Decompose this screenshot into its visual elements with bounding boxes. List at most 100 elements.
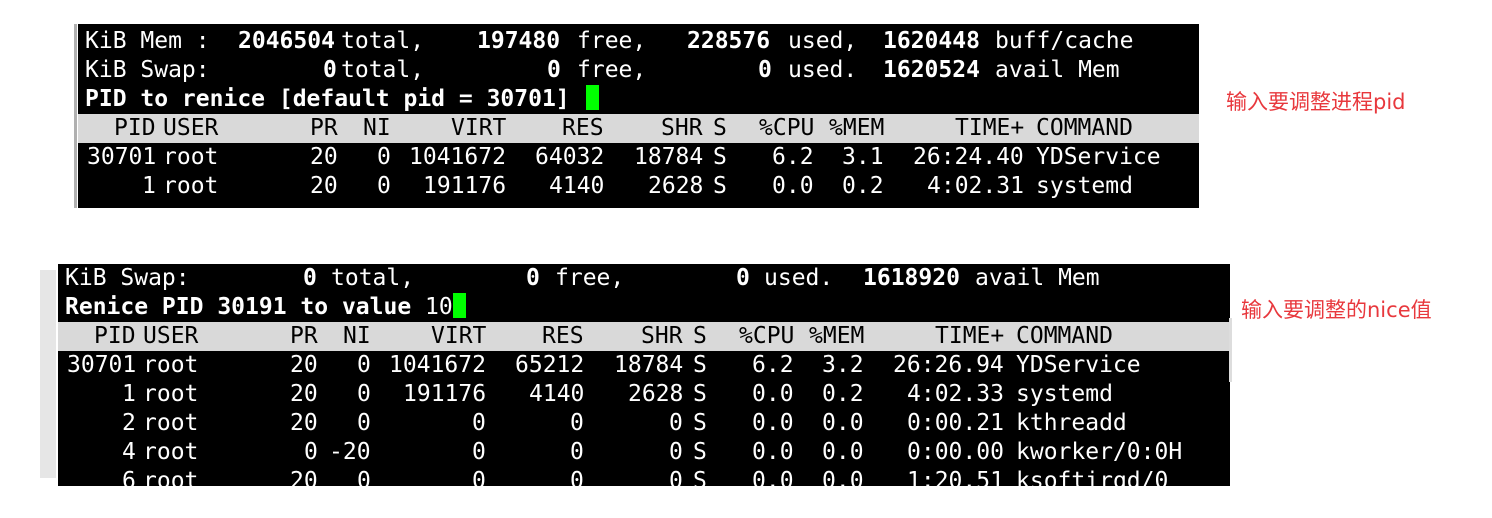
cell-ni: 0 xyxy=(377,173,391,199)
cell-cmd: kthreadd xyxy=(1016,410,1127,436)
column-header-cpu: %CPU xyxy=(759,115,815,141)
cell-mem: 0.0 xyxy=(822,468,864,486)
cell-shr: 2628 xyxy=(648,173,704,199)
swap-free: 0 xyxy=(526,265,540,291)
renice-prompt-line[interactable]: PID to renice [default pid = 30701] xyxy=(78,85,1199,114)
column-header-time: TIME+ xyxy=(955,115,1025,141)
cell-shr: 0 xyxy=(669,439,683,465)
column-header-shr: SHR xyxy=(661,115,703,141)
cell-mem: 0.0 xyxy=(822,410,864,436)
column-header-virt: VIRT xyxy=(431,323,487,349)
terminal-top-panel-2[interactable]: KiB Swap: 0 total, 0 free, 0 used. 16189… xyxy=(58,264,1230,486)
column-header-virt: VIRT xyxy=(451,115,507,141)
annotation-nice: 输入要调整的nice值 xyxy=(1241,298,1432,322)
swap-used-label: used. xyxy=(788,57,858,83)
cell-virt: 0 xyxy=(472,410,486,436)
cell-cmd: kworker/0:0H xyxy=(1016,439,1183,465)
column-header-user: USER xyxy=(143,323,199,349)
cell-s: S xyxy=(693,410,707,436)
cell-time: 26:26.94 xyxy=(893,352,1004,378)
cell-user: root xyxy=(163,173,219,199)
cell-cpu: 6.2 xyxy=(752,352,794,378)
cell-pr: 20 xyxy=(310,173,338,199)
column-header-user: USER xyxy=(163,115,219,141)
process-row[interactable]: 30701 root 20 0 1041672 65212 18784 S 6.2 3.2 26:2… xyxy=(58,351,1230,380)
mem-total-label: total, xyxy=(341,28,425,54)
swap-used: 0 xyxy=(736,265,750,291)
swap-avail: 1618920 xyxy=(863,265,960,291)
cell-shr: 0 xyxy=(669,468,683,486)
cell-cpu: 0.0 xyxy=(752,381,794,407)
process-row[interactable]: 1 root 20 0 191176 4140 2628 S 0.0 0.2 4:02.31 syst… xyxy=(78,172,1199,201)
cell-s: S xyxy=(693,352,707,378)
cell-mem: 3.2 xyxy=(822,352,864,378)
mem-label: KiB Mem : xyxy=(85,28,210,54)
process-row[interactable]: 4 root 0 -20 0 0 0 S 0.0 0.0 0:00.00 kworker/0:0H xyxy=(58,438,1230,467)
cell-cmd: systemd xyxy=(1036,173,1133,199)
cell-res: 0 xyxy=(570,468,584,486)
column-header-cmd: COMMAND xyxy=(1036,115,1133,141)
process-row[interactable]: 6 root 20 0 0 0 0 S 0.0 0.0 1:20.51 ksoftirqd/0 xyxy=(58,467,1230,486)
cell-user: root xyxy=(143,381,199,407)
cell-time: 1:20.51 xyxy=(907,468,1004,486)
cell-virt: 191176 xyxy=(403,381,487,407)
cell-mem: 0.2 xyxy=(822,381,864,407)
mem-line: KiB Mem : 2046504 total, 197480 free, 22… xyxy=(78,27,1199,56)
mem-free-label: free, xyxy=(577,28,647,54)
cell-pr: 20 xyxy=(310,144,338,170)
swap-avail-label: avail Mem xyxy=(975,265,1100,291)
cell-s: S xyxy=(693,439,707,465)
cell-ni: 0 xyxy=(357,352,371,378)
cell-mem: 3.1 xyxy=(842,144,884,170)
process-row[interactable]: 2 root 20 0 0 0 0 S 0.0 0.0 0:00.21 kthreadd xyxy=(58,409,1230,438)
cell-user: root xyxy=(143,410,199,436)
mem-used: 228576 xyxy=(687,28,771,54)
prompt-text: Renice PID 30191 to value xyxy=(65,294,412,320)
cell-ni: 0 xyxy=(377,144,391,170)
column-header-s: S xyxy=(713,115,727,141)
cell-cmd: YDService xyxy=(1036,144,1161,170)
column-header-row: PID USER PR NI VIRT RES SHR S %CPU %MEM TIME+ COMMA… xyxy=(78,114,1199,143)
cell-time: 26:24.40 xyxy=(913,144,1024,170)
cell-virt: 0 xyxy=(472,468,486,486)
mem-total: 2046504 xyxy=(238,28,335,54)
mem-free: 197480 xyxy=(477,28,561,54)
process-list: 30701 root 20 0 1041672 64032 18784 S 6.2 3.1 26:2… xyxy=(78,143,1199,201)
swap-line: KiB Swap: 0 total, 0 free, 0 used. 16205… xyxy=(78,56,1199,85)
renice-value-prompt-line[interactable]: Renice PID 30191 to value 10 xyxy=(58,293,1230,322)
column-header-pr: PR xyxy=(310,115,338,141)
cell-time: 4:02.31 xyxy=(927,173,1024,199)
process-row[interactable]: 30701 root 20 0 1041672 64032 18784 S 6.2 3.1 26:2… xyxy=(78,143,1199,172)
cell-virt: 1041672 xyxy=(409,144,506,170)
cell-pid: 1 xyxy=(122,381,136,407)
cell-user: root xyxy=(143,352,199,378)
prompt-text: PID to renice [default pid = 30701] xyxy=(85,86,570,112)
cell-shr: 18784 xyxy=(634,144,704,170)
cell-time: 0:00.21 xyxy=(907,410,1004,436)
cell-virt: 191176 xyxy=(423,173,507,199)
swap-free: 0 xyxy=(547,57,561,83)
column-header-ni: NI xyxy=(363,115,391,141)
cell-s: S xyxy=(713,144,727,170)
cell-pid: 6 xyxy=(122,468,136,486)
cell-pr: 20 xyxy=(290,468,318,486)
cell-ni: 0 xyxy=(357,468,371,486)
cell-pr: 20 xyxy=(290,381,318,407)
cell-pid: 30701 xyxy=(87,144,157,170)
cell-user: root xyxy=(143,468,199,486)
column-header-pr: PR xyxy=(290,323,318,349)
cursor-block xyxy=(585,85,599,110)
cell-res: 0 xyxy=(570,410,584,436)
cell-cpu: 0.0 xyxy=(772,173,814,199)
cell-time: 0:00.00 xyxy=(907,439,1004,465)
annotation-pid: 输入要调整进程pid xyxy=(1226,90,1406,114)
process-row[interactable]: 1 root 20 0 191176 4140 2628 S 0.0 0.2 4:02.33 syst… xyxy=(58,380,1230,409)
swap-free-label: free, xyxy=(577,57,647,83)
nice-value-input[interactable]: Renice PID 30191 to value 10 xyxy=(65,293,466,322)
terminal-top-panel-1[interactable]: KiB Mem : 2046504 total, 197480 free, 22… xyxy=(78,24,1199,208)
column-header-cpu: %CPU xyxy=(739,323,795,349)
cell-pid: 2 xyxy=(122,410,136,436)
pid-input-prompt[interactable]: PID to renice [default pid = 30701] xyxy=(85,85,599,114)
cell-shr: 2628 xyxy=(628,381,684,407)
cell-user: root xyxy=(163,144,219,170)
